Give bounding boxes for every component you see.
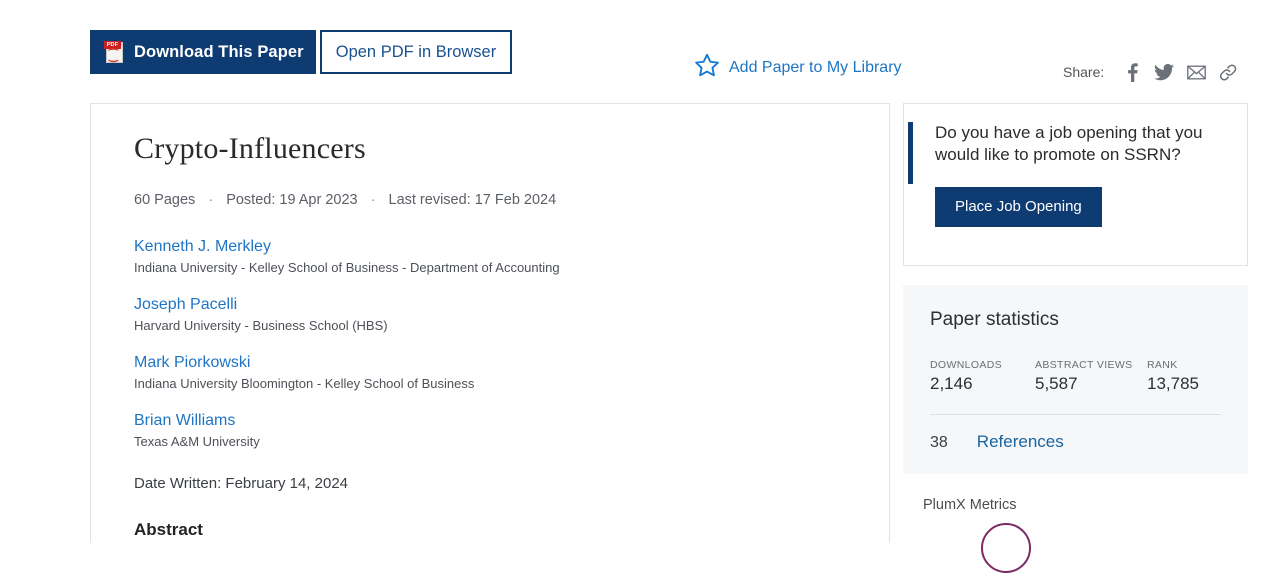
author-affiliation: Harvard University - Business School (HB… (134, 318, 388, 333)
references-row: 38 References (930, 414, 1221, 452)
last-revised-date: Last revised: 17 Feb 2024 (388, 192, 557, 208)
author-affiliation: Texas A&M University (134, 434, 260, 449)
email-icon[interactable] (1180, 62, 1212, 82)
acrobat-glyph: ⁐ (109, 50, 118, 62)
plumx-metrics-section: PlumX Metrics (903, 497, 1248, 573)
stat-label: DOWNLOADS (930, 359, 1002, 371)
job-opening-text: Do you have a job opening that you would… (935, 123, 1203, 164)
accent-bar (908, 122, 913, 184)
author-link[interactable]: Brian Williams (134, 412, 235, 430)
action-toolbar: PDF ⁐ Download This Paper Open PDF in Br… (0, 0, 1272, 100)
add-library-label: Add Paper to My Library (729, 58, 902, 76)
author-entry: Joseph Pacelli Harvard University - Busi… (134, 296, 849, 333)
download-this-paper-button[interactable]: PDF ⁐ Download This Paper (90, 30, 316, 74)
date-written: Date Written: February 14, 2024 (134, 475, 348, 492)
author-link[interactable]: Mark Piorkowski (134, 354, 250, 372)
link-icon[interactable] (1212, 62, 1244, 82)
stat-value: 2,146 (930, 374, 973, 393)
author-affiliation: Indiana University - Kelley School of Bu… (134, 260, 560, 275)
page-count: 60 Pages (134, 192, 196, 208)
share-bar: Share: (1063, 62, 1244, 82)
download-button-label: Download This Paper (134, 42, 304, 61)
open-pdf-button-label: Open PDF in Browser (335, 42, 497, 61)
job-opening-card: Do you have a job opening that you would… (903, 103, 1248, 266)
references-count: 38 (930, 434, 948, 451)
meta-separator-2: · (370, 192, 376, 208)
twitter-icon[interactable] (1148, 62, 1180, 82)
author-entry: Kenneth J. Merkley Indiana University - … (134, 238, 849, 275)
sidebar: Do you have a job opening that you would… (903, 103, 1248, 573)
author-affiliation: Indiana University Bloomington - Kelley … (134, 376, 475, 391)
abstract-heading: Abstract (134, 520, 203, 539)
author-entry: Brian Williams Texas A&M University (134, 412, 849, 449)
paper-meta: 60 Pages · Posted: 19 Apr 2023 · Last re… (134, 192, 849, 208)
open-pdf-in-browser-button[interactable]: Open PDF in Browser (320, 30, 512, 74)
paper-statistics-title: Paper statistics (930, 309, 1059, 330)
paper-detail-panel: Crypto-Influencers 60 Pages · Posted: 19… (90, 103, 890, 543)
share-label: Share: (1063, 64, 1105, 80)
plumx-metrics-title: PlumX Metrics (923, 497, 1017, 513)
page-title: Crypto-Influencers (134, 132, 366, 165)
stat-value: 5,587 (1035, 374, 1078, 393)
star-outline-icon (694, 52, 720, 83)
stat-rank: RANK 13,785 (1147, 359, 1199, 394)
meta-separator-1: · (208, 192, 214, 208)
stat-label: RANK (1147, 359, 1178, 371)
stat-downloads: DOWNLOADS 2,146 (930, 359, 1035, 394)
posted-date: Posted: 19 Apr 2023 (226, 192, 358, 208)
add-paper-to-library-button[interactable]: Add Paper to My Library (694, 52, 902, 83)
pdf-file-icon: PDF ⁐ (104, 40, 124, 64)
stat-label: ABSTRACT VIEWS (1035, 359, 1133, 371)
author-link[interactable]: Kenneth J. Merkley (134, 238, 271, 256)
place-job-opening-button[interactable]: Place Job Opening (935, 187, 1102, 227)
statistics-row: DOWNLOADS 2,146 ABSTRACT VIEWS 5,587 RAN… (930, 359, 1221, 394)
references-link[interactable]: References (977, 432, 1064, 452)
author-entry: Mark Piorkowski Indiana University Bloom… (134, 354, 849, 391)
facebook-icon[interactable] (1116, 62, 1148, 82)
stat-abstract-views: ABSTRACT VIEWS 5,587 (1035, 359, 1147, 394)
plumx-widget-circle[interactable] (981, 523, 1031, 573)
pdf-badge-label: PDF (104, 41, 121, 49)
author-link[interactable]: Joseph Pacelli (134, 296, 237, 314)
stat-value: 13,785 (1147, 374, 1199, 393)
paper-statistics-card: Paper statistics DOWNLOADS 2,146 ABSTRAC… (903, 285, 1248, 474)
